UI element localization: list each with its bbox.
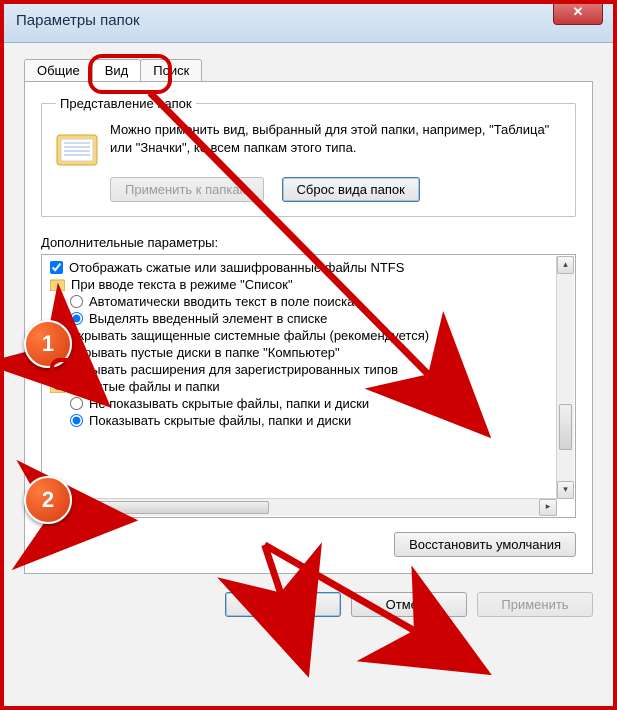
tab-search[interactable]: Поиск xyxy=(140,59,202,81)
opt-show-hidden[interactable]: Показывать скрытые файлы, папки и диски xyxy=(46,412,573,429)
opt-hide-extensions[interactable]: Скрывать расширения для зарегистрированн… xyxy=(46,361,573,378)
opt-hide-empty-drives-checkbox[interactable] xyxy=(50,346,63,359)
window-body: Общие Вид Поиск Представление папок Можн… xyxy=(4,43,613,707)
opt-dont-show-hidden[interactable]: Не показывать скрытые файлы, папки и дис… xyxy=(46,395,573,412)
opt-hide-extensions-checkbox[interactable] xyxy=(50,363,63,376)
opt-compressed-files[interactable]: Отображать сжатые или зашифрованные файл… xyxy=(46,259,573,276)
opt-select-typed-item-radio[interactable] xyxy=(70,312,83,325)
opt-hidden-files-group: Скрытые файлы и папки xyxy=(46,378,573,395)
cancel-button[interactable]: Отмена xyxy=(351,592,467,617)
tab-panel-view: Представление папок Можно применить вид,… xyxy=(24,81,593,574)
opt-label: Не показывать скрытые файлы, папки и дис… xyxy=(89,396,369,411)
vertical-scrollbar[interactable]: ▴ ▾ xyxy=(556,256,574,499)
folder-icon xyxy=(56,127,98,167)
folder-small-icon xyxy=(50,278,65,291)
opt-show-hidden-radio[interactable] xyxy=(70,414,83,427)
horizontal-scrollbar[interactable]: ◂ ▸ xyxy=(43,498,557,516)
opt-label: Скрывать пустые диски в папке "Компьютер… xyxy=(69,345,340,360)
opt-label: Отображать сжатые или зашифрованные файл… xyxy=(69,260,404,275)
apply-to-folders-button[interactable]: Применить к папкам xyxy=(110,177,264,202)
opt-label: Скрывать расширения для зарегистрированн… xyxy=(69,362,398,377)
tab-view[interactable]: Вид xyxy=(92,59,142,81)
reset-folders-button[interactable]: Сброс вида папок xyxy=(282,177,420,202)
opt-hide-protected[interactable]: Скрывать защищенные системные файлы (рек… xyxy=(46,327,573,344)
opt-label: Скрытые файлы и папки xyxy=(71,379,220,394)
scroll-left-icon[interactable]: ◂ xyxy=(43,499,61,516)
opt-select-typed-item[interactable]: Выделять введенный элемент в списке xyxy=(46,310,573,327)
scroll-thumb-h[interactable] xyxy=(61,501,269,514)
folder-options-dialog: Параметры папок ✕ Общие Вид Поиск Предст… xyxy=(0,0,617,710)
opt-label: Показывать скрытые файлы, папки и диски xyxy=(89,413,351,428)
folder-views-group: Представление папок Можно применить вид,… xyxy=(41,96,576,217)
apply-button[interactable]: Применить xyxy=(477,592,593,617)
titlebar: Параметры папок ✕ xyxy=(4,4,613,43)
advanced-settings-label: Дополнительные параметры: xyxy=(41,235,576,250)
opt-label: Скрывать защищенные системные файлы (рек… xyxy=(69,328,429,343)
scroll-down-icon[interactable]: ▾ xyxy=(557,481,574,499)
tab-strip: Общие Вид Поиск xyxy=(24,59,593,81)
opt-compressed-files-checkbox[interactable] xyxy=(50,261,63,274)
opt-label: Выделять введенный элемент в списке xyxy=(89,311,327,326)
window-close-button[interactable]: ✕ xyxy=(553,2,603,25)
restore-defaults-button[interactable]: Восстановить умолчания xyxy=(394,532,576,557)
tab-general[interactable]: Общие xyxy=(24,59,93,81)
opt-auto-type-search[interactable]: Автоматически вводить текст в поле поиск… xyxy=(46,293,573,310)
opt-label: При вводе текста в режиме "Список" xyxy=(71,277,293,292)
ok-button[interactable]: OK xyxy=(225,592,341,617)
folder-small-icon xyxy=(50,380,65,393)
opt-label: Автоматически вводить текст в поле поиск… xyxy=(89,294,354,309)
advanced-settings-list[interactable]: Отображать сжатые или зашифрованные файл… xyxy=(41,254,576,518)
opt-dont-show-hidden-radio[interactable] xyxy=(70,397,83,410)
opt-typing-in-list-group: При вводе текста в режиме "Список" xyxy=(46,276,573,293)
opt-hide-protected-checkbox[interactable] xyxy=(50,329,63,342)
opt-auto-type-search-radio[interactable] xyxy=(70,295,83,308)
window-title: Параметры папок xyxy=(16,12,140,29)
opt-hide-empty-drives[interactable]: Скрывать пустые диски в папке "Компьютер… xyxy=(46,344,573,361)
folder-views-legend: Представление папок xyxy=(56,96,196,111)
advanced-settings-inner: Отображать сжатые или зашифрованные файл… xyxy=(42,255,575,433)
scroll-thumb[interactable] xyxy=(559,404,572,450)
scroll-up-icon[interactable]: ▴ xyxy=(557,256,574,274)
folder-views-description: Можно применить вид, выбранный для этой … xyxy=(110,121,561,156)
scroll-right-icon[interactable]: ▸ xyxy=(539,499,557,516)
